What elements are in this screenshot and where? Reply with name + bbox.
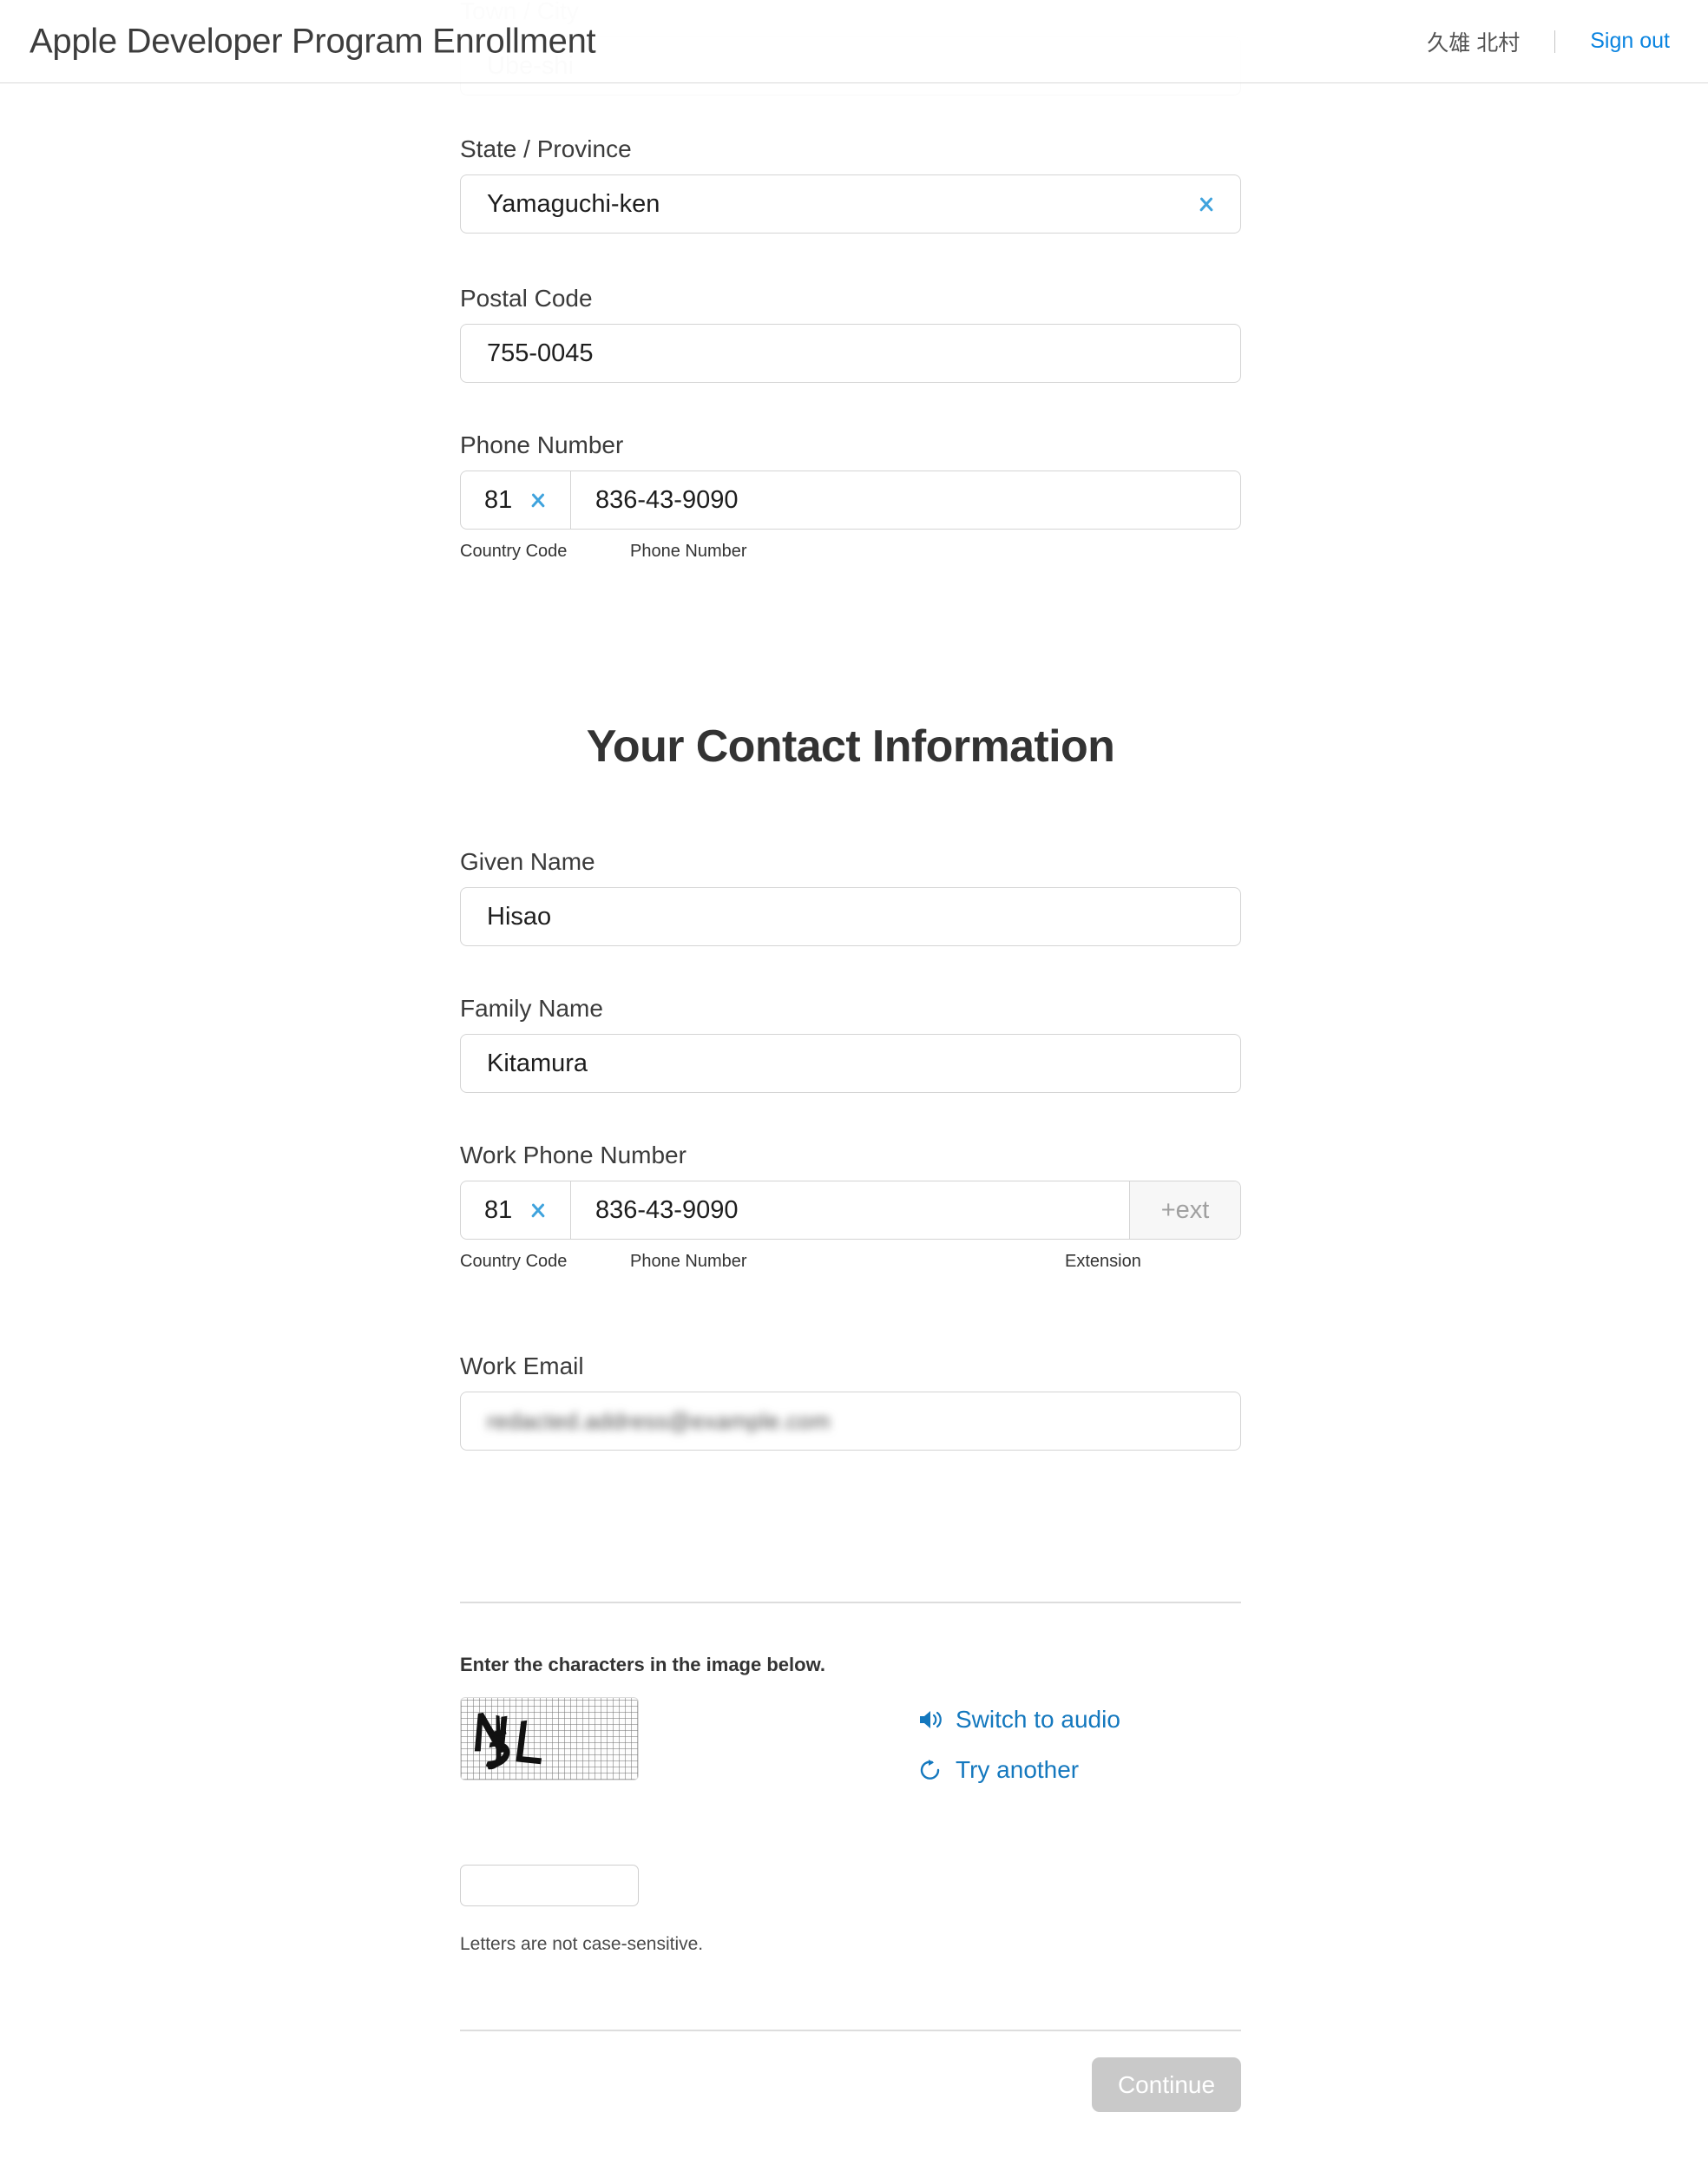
- work-email-value-redacted: redacted.address@example.com: [487, 1407, 831, 1434]
- work-phone-extension-input[interactable]: +ext: [1129, 1181, 1240, 1239]
- work-phone-field-group: Work Phone Number 81 836-43-9090 +ext Co…: [460, 1141, 1241, 1276]
- phone-number-input[interactable]: 836-43-9090: [571, 471, 1240, 529]
- user-name: 久雄 北村: [1427, 30, 1521, 56]
- work-phone-helper-phone-number: Phone Number: [630, 1252, 747, 1271]
- divider-above-captcha-wrap: [460, 1602, 1241, 1603]
- phone-country-code-value: 81: [484, 485, 513, 514]
- chevron-down-icon: [525, 1202, 551, 1219]
- phone-number-label: Phone Number: [460, 431, 624, 458]
- work-email-label: Work Email: [460, 1352, 584, 1379]
- divider: [460, 2030, 1241, 2031]
- given-name-label: Given Name: [460, 848, 595, 875]
- given-name-field-group: Given Name Hisao: [460, 847, 1241, 946]
- page-title: Your Contact Information: [586, 721, 1115, 772]
- work-phone-label: Work Phone Number: [460, 1142, 686, 1168]
- page-header-title: Apple Developer Program Enrollment: [30, 22, 596, 60]
- state-province-value: Yamaguchi-ken: [487, 189, 660, 218]
- try-another-label: Try another: [956, 1756, 1080, 1783]
- work-email-input[interactable]: redacted.address@example.com: [460, 1392, 1241, 1451]
- captcha-case-note: Letters are not case-sensitive.: [460, 1934, 704, 1954]
- work-phone-helper-row: Country Code Phone Number Extension: [460, 1252, 1241, 1276]
- chevron-down-icon: [525, 492, 551, 509]
- postal-code-input[interactable]: 755-0045: [460, 324, 1241, 383]
- work-phone-helper-extension: Extension: [1065, 1252, 1141, 1271]
- work-phone-extension-placeholder: +ext: [1160, 1195, 1210, 1224]
- refresh-icon: [920, 1760, 940, 1780]
- state-province-select[interactable]: Yamaguchi-ken: [460, 174, 1241, 234]
- switch-to-audio-link[interactable]: Switch to audio: [917, 1703, 1120, 1736]
- header-right-group: 久雄 北村 Sign out: [1427, 26, 1670, 57]
- work-phone-country-code-value: 81: [484, 1195, 513, 1224]
- work-email-field-group: Work Email redacted.address@example.com: [460, 1352, 1241, 1451]
- captcha-image: [460, 1697, 639, 1780]
- phone-number-row: 81 836-43-9090: [460, 471, 1241, 530]
- chevron-down-icon: [1193, 196, 1219, 213]
- switch-to-audio-label: Switch to audio: [956, 1706, 1120, 1733]
- captcha-input[interactable]: [460, 1865, 639, 1906]
- family-name-input[interactable]: Kitamura: [460, 1034, 1241, 1093]
- try-another-link[interactable]: Try another: [917, 1754, 1079, 1787]
- continue-button[interactable]: Continue: [1092, 2057, 1241, 2112]
- phone-country-code-select[interactable]: 81: [461, 471, 571, 529]
- given-name-value: Hisao: [487, 902, 552, 931]
- captcha-instruction: Enter the characters in the image below.: [460, 1654, 825, 1675]
- postal-code-value: 755-0045: [487, 339, 594, 367]
- family-name-value: Kitamura: [487, 1049, 588, 1077]
- given-name-input[interactable]: Hisao: [460, 887, 1241, 946]
- captcha-note-wrap: Letters are not case-sensitive.: [460, 1934, 1241, 1955]
- work-phone-row: 81 836-43-9090 +ext: [460, 1181, 1241, 1240]
- phone-number-value: 836-43-9090: [595, 485, 739, 514]
- state-province-field-group: State / Province Yamaguchi-ken: [460, 135, 1241, 234]
- state-province-label: State / Province: [460, 135, 632, 162]
- site-header: Apple Developer Program Enrollment 久雄 北村…: [0, 0, 1708, 83]
- footer-actions: Continue: [460, 2057, 1241, 2112]
- postal-code-field-group: Postal Code 755-0045: [460, 284, 1241, 383]
- work-phone-number-input[interactable]: 836-43-9090: [571, 1181, 1129, 1239]
- phone-number-field-group: Phone Number 81 836-43-9090 Country Code…: [460, 431, 1241, 566]
- captcha-input-wrap: [460, 1865, 1241, 1906]
- phone-helper-row: Country Code Phone Number: [460, 542, 1241, 566]
- work-phone-country-code-select[interactable]: 81: [461, 1181, 571, 1239]
- divider: [460, 1602, 1241, 1603]
- speaker-icon: [920, 1711, 942, 1728]
- postal-code-label: Postal Code: [460, 285, 593, 312]
- divider-above-continue-wrap: [460, 2030, 1241, 2031]
- phone-helper-country-code: Country Code: [460, 542, 568, 561]
- work-phone-number-value: 836-43-9090: [595, 1195, 739, 1224]
- work-phone-helper-country-code: Country Code: [460, 1252, 568, 1271]
- family-name-label: Family Name: [460, 995, 603, 1022]
- contact-section-heading-wrap: Your Contact Information: [460, 721, 1241, 773]
- family-name-field-group: Family Name Kitamura: [460, 994, 1241, 1093]
- phone-helper-phone-number: Phone Number: [630, 542, 747, 561]
- sign-out-link[interactable]: Sign out: [1555, 29, 1670, 54]
- captcha-image-wrap: [460, 1697, 1241, 1780]
- captcha-characters-glyph: [474, 1712, 542, 1770]
- captcha-section: Enter the characters in the image below.: [460, 1654, 1241, 1676]
